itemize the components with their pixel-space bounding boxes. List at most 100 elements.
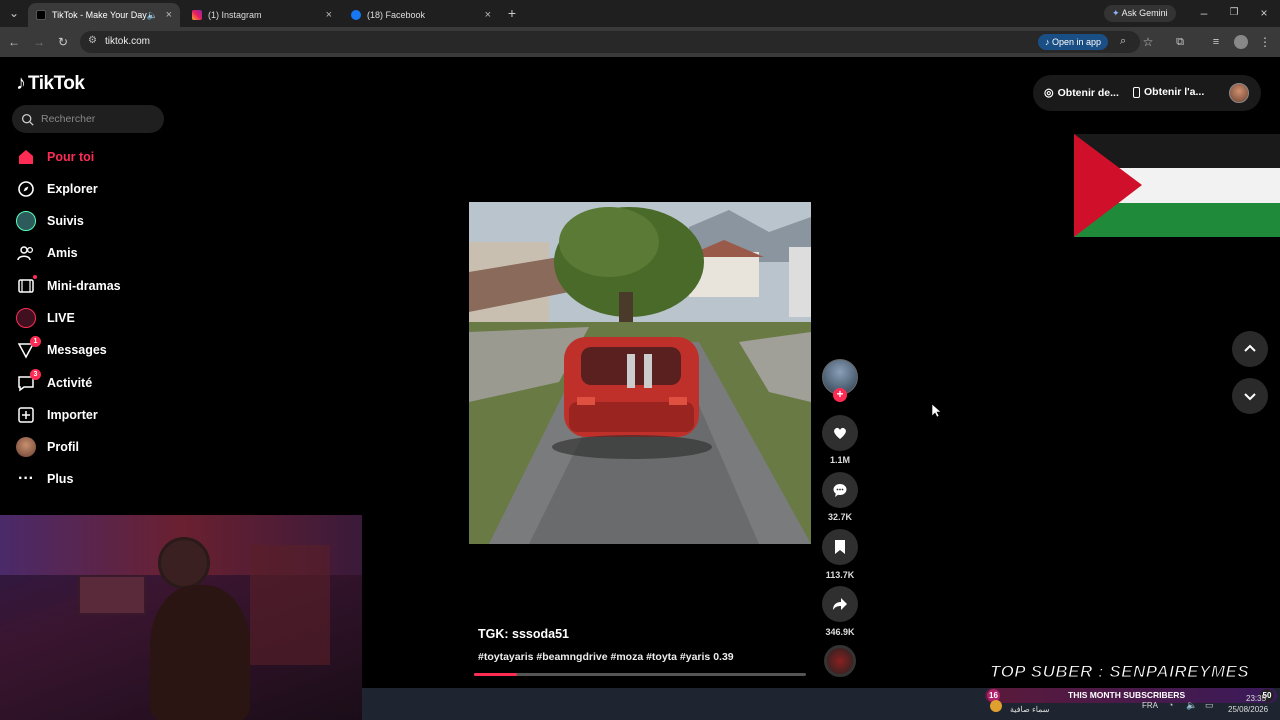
weather-sun-icon xyxy=(990,700,1002,712)
tab-instagram[interactable]: (1) Instagram × xyxy=(184,3,340,27)
nav-label: Pour toi xyxy=(47,150,95,164)
volume-icon[interactable]: 🔈 xyxy=(1186,700,1197,711)
get-coins-label: Obtenir de... xyxy=(1057,86,1119,99)
nav-label: Profil xyxy=(47,440,79,454)
tiktok-favicon-icon xyxy=(36,10,46,20)
tab-search-icon[interactable]: ⌄ xyxy=(6,5,22,21)
restore-button[interactable]: ❐ xyxy=(1226,5,1242,21)
site-info-icon[interactable]: ⚙ xyxy=(88,35,97,46)
nav-activity[interactable]: 3 Activité xyxy=(16,369,93,394)
wifi-icon[interactable]: ◔ xyxy=(1168,700,1173,710)
bookmark-star-icon[interactable]: ☆ xyxy=(1140,34,1156,50)
nav-mini-dramas[interactable]: Mini-dramas xyxy=(16,275,121,297)
next-video-button[interactable] xyxy=(1232,378,1268,414)
forward-icon[interactable]: → xyxy=(31,34,47,50)
like-button[interactable] xyxy=(822,415,858,451)
window-close-button[interactable]: × xyxy=(1256,5,1272,21)
coin-icon: ◎ xyxy=(1044,87,1054,99)
palestine-flag-icon xyxy=(1074,134,1280,237)
top-suber-banner: TOP SUBER : SENPAIREYMES xyxy=(989,662,1250,682)
heart-icon xyxy=(834,427,846,439)
media-control-icon[interactable]: ≡ xyxy=(1208,34,1224,50)
bookmark-icon xyxy=(835,540,845,554)
activity-icon: 3 xyxy=(16,369,41,393)
user-avatar[interactable] xyxy=(1229,83,1249,103)
nav-live[interactable]: LIVE xyxy=(16,307,75,329)
nav-following[interactable]: Suivis xyxy=(16,210,84,232)
new-tab-button[interactable]: + xyxy=(504,5,520,21)
wall-picture xyxy=(78,575,146,615)
tab-facebook[interactable]: (18) Facebook × xyxy=(343,3,499,27)
nav-label: Amis xyxy=(47,246,78,260)
tab-title: (18) Facebook xyxy=(367,10,426,20)
nav-profile[interactable]: Profil xyxy=(16,436,79,458)
follow-plus-button[interactable]: + xyxy=(833,388,847,402)
close-tab-icon[interactable]: × xyxy=(166,9,172,21)
close-tab-icon[interactable]: × xyxy=(326,9,332,21)
music-disc-icon[interactable] xyxy=(824,645,856,677)
video-player[interactable] xyxy=(469,202,811,544)
profile-icon xyxy=(16,437,36,457)
open-in-app-label: Open in app xyxy=(1052,37,1102,47)
extensions-icon[interactable]: ⧉ xyxy=(1172,34,1188,50)
nav-more[interactable]: ··· Plus xyxy=(16,468,73,490)
search-placeholder: Rechercher xyxy=(41,113,96,125)
address-bar[interactable]: ⚙ tiktok.com ♪ Open in app ⌕ xyxy=(80,31,1140,53)
video-progress-bar[interactable] xyxy=(474,673,806,676)
comment-button[interactable] xyxy=(822,472,858,508)
following-icon xyxy=(16,211,36,231)
language-indicator[interactable]: FRA xyxy=(1142,701,1158,710)
speaker-icon[interactable]: 🔈 xyxy=(147,10,158,21)
chevron-down-icon xyxy=(1244,393,1256,401)
ask-gemini-label: Ask Gemini xyxy=(1121,8,1168,18)
get-coins-button[interactable]: ◎ Obtenir de... xyxy=(1044,86,1119,100)
browser-menu-icon[interactable]: ⋮ xyxy=(1257,34,1273,50)
share-arrow-icon xyxy=(833,598,847,610)
share-button[interactable] xyxy=(822,586,858,622)
nav-upload[interactable]: Importer xyxy=(16,404,98,426)
webcam-background-object xyxy=(250,545,330,665)
reload-icon[interactable]: ↻ xyxy=(55,34,71,50)
save-button[interactable] xyxy=(822,529,858,565)
live-icon xyxy=(16,308,36,328)
gemini-icon: ✦ xyxy=(1112,8,1120,18)
minimize-button[interactable]: – xyxy=(1196,5,1212,21)
more-icon: ··· xyxy=(18,470,34,487)
tab-tiktok[interactable]: TikTok - Make Your Day 🔈 × xyxy=(28,3,180,27)
friends-icon xyxy=(16,243,36,263)
nav-for-you[interactable]: Pour toi xyxy=(16,146,94,168)
video-frame xyxy=(469,202,811,544)
nav-label: Mini-dramas xyxy=(47,279,121,293)
clock-time[interactable]: 23:35 xyxy=(1246,694,1266,703)
nav-explore[interactable]: Explorer xyxy=(16,178,98,200)
previous-video-button[interactable] xyxy=(1232,331,1268,367)
battery-icon[interactable]: ▭ xyxy=(1205,700,1214,711)
messages-icon: 1 xyxy=(16,336,41,360)
weather-text: سماء صافية xyxy=(1010,705,1050,714)
tab-title: TikTok - Make Your Day xyxy=(52,10,147,20)
video-author[interactable]: TGK: sssoda51 xyxy=(478,627,569,641)
nav-messages[interactable]: 1 Messages xyxy=(16,336,107,361)
video-caption[interactable]: #toytayaris #beamngdrive #moza #toyta #y… xyxy=(478,651,734,663)
upload-icon xyxy=(16,405,36,425)
ask-gemini-button[interactable]: ✦ Ask Gemini xyxy=(1104,5,1176,22)
zoom-icon[interactable]: ⌕ xyxy=(1120,35,1126,48)
nav-label: Activité xyxy=(47,376,93,390)
webcam-feed xyxy=(0,515,362,720)
open-in-app-button[interactable]: ♪ Open in app xyxy=(1038,34,1109,50)
get-app-button[interactable]: Obtenir l'a... xyxy=(1133,86,1204,98)
streamer-silhouette xyxy=(150,585,250,720)
back-icon[interactable]: ← xyxy=(6,34,22,50)
like-count: 1.1M xyxy=(829,455,850,465)
clock-date[interactable]: 25/08/2026 xyxy=(1228,705,1268,714)
get-app-label: Obtenir l'a... xyxy=(1144,86,1205,98)
profile-avatar[interactable] xyxy=(1234,35,1248,49)
mouse-cursor-icon xyxy=(932,404,942,418)
tiktok-logo[interactable]: ♪ TikTok xyxy=(16,72,85,95)
comment-icon xyxy=(833,484,847,497)
phone-icon xyxy=(1133,86,1140,98)
nav-label: Explorer xyxy=(47,182,98,196)
search-input[interactable]: Rechercher xyxy=(12,105,164,133)
close-tab-icon[interactable]: × xyxy=(485,9,491,21)
nav-friends[interactable]: Amis xyxy=(16,242,78,264)
